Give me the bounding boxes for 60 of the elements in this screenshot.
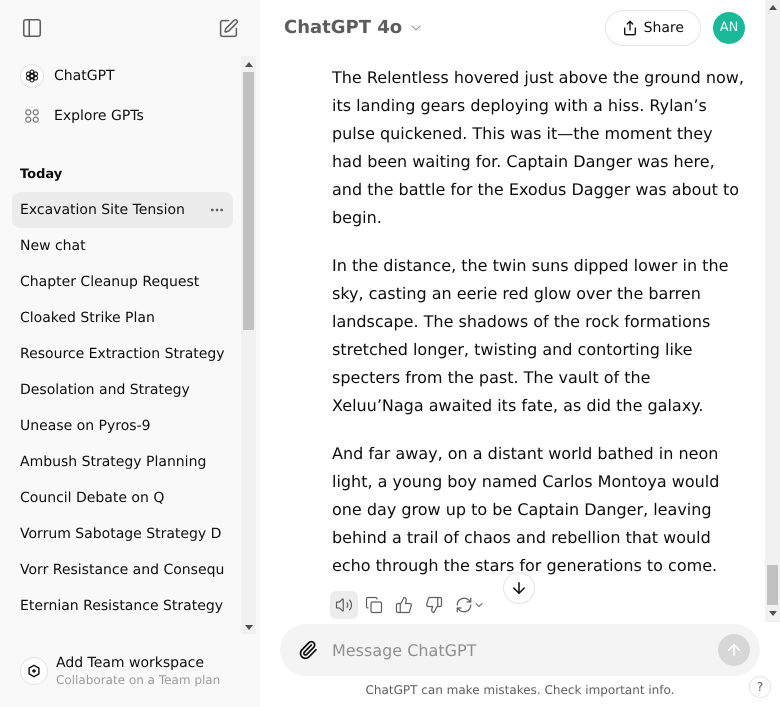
hexagon-plus-icon: [20, 656, 48, 684]
pencil-square-icon: [218, 18, 238, 38]
chat-history-item[interactable]: New chat: [12, 228, 233, 264]
thumbs-up-icon: [395, 596, 413, 614]
paperclip-icon: [298, 640, 318, 660]
section-heading: Today: [19, 166, 64, 184]
scrollbar-thumb[interactable]: [243, 72, 254, 330]
copy-icon: [365, 596, 383, 614]
chat-history-item[interactable]: Cloaked Strike Plan: [12, 300, 233, 336]
chat-title: Excavation Site Tension: [20, 201, 185, 220]
speaker-icon: [335, 596, 353, 614]
chat-title: Ambush Strategy Planning: [20, 453, 206, 472]
chat-title: Chapter Cleanup Request: [20, 273, 200, 292]
chat-history-item[interactable]: Desolation and Strategy: [12, 372, 233, 408]
scroll-up-arrow-icon[interactable]: [768, 5, 776, 10]
chat-history-item[interactable]: Resource Extraction Strategy: [12, 336, 233, 372]
chat-title: New chat: [20, 237, 86, 256]
workspace-subtitle: Collaborate on a Team plan: [56, 672, 220, 688]
chat-history-item[interactable]: Ambush Strategy Planning: [12, 444, 233, 480]
refresh-icon: [455, 596, 473, 614]
sidebar-toggle-icon: [21, 17, 43, 39]
message-paragraph: And far away, on a distant world bathed in neon light, a young boy named Carlos Montoya would one day grow up to be Captain Danger, leaving behind a trail of chaos and rebellion that would echo through the stars for generations to come.: [332, 443, 720, 577]
scroll-up-arrow-icon[interactable]: [244, 62, 252, 66]
chat-title: Eternian Resistance Strategy: [20, 597, 223, 616]
scroll-down-arrow-icon[interactable]: [244, 624, 252, 630]
chat-history-item[interactable]: Chapter Cleanup Request: [12, 264, 233, 300]
chat-title: Resource Extraction Strategy: [20, 345, 225, 364]
workspace-title: Add Team workspace: [56, 654, 205, 672]
add-workspace-item[interactable]: Add Team workspace Collaborate on a Team plan: [12, 654, 248, 688]
arrow-down-icon: [510, 579, 528, 597]
sidebar-nav-item[interactable]: ChatGPT: [12, 58, 233, 94]
message-input[interactable]: Message ChatGPT: [332, 630, 714, 670]
four-circles-icon: [25, 109, 39, 123]
share-button[interactable]: Share: [604, 10, 701, 46]
message-paragraph: The Relentless hovered just above the ground now, its landing gears deploying with a hiss. Rylan’s pulse quickened. This was it—the moment they had been waiting for. Captain Danger was here, and the battle for the Exodus Dagger was about to begin.: [332, 67, 745, 229]
disclaimer-text: ChatGPT can make mistakes. Check important info.: [366, 682, 674, 698]
message-paragraph: In the distance, the twin suns dipped lower in the sky, casting an eerie red glow over the barren landscape. The shadows of the rock formations stretched longer, twisting and contorting like specters from the past. The vault of the Xeluu’Naga awaited its fate, as did the galaxy.: [332, 255, 730, 417]
help-button[interactable]: ?: [749, 676, 771, 698]
chat-title: Council Debate on Q: [20, 489, 164, 508]
scroll-down-button[interactable]: [503, 572, 535, 604]
model-selector[interactable]: ChatGPT 4o: [284, 14, 424, 42]
chat-history-item[interactable]: Vorr Resistance and Consequ: [12, 552, 233, 588]
chat-history-item[interactable]: Unease on Pyros-9: [12, 408, 233, 444]
thumbs-down-icon: [425, 596, 443, 614]
share-icon: [622, 20, 638, 36]
chat-title: Cloaked Strike Plan: [20, 309, 155, 328]
chat-title: Unease on Pyros-9: [20, 417, 151, 436]
chat-history-item[interactable]: Council Debate on Q: [12, 480, 233, 516]
chat-history-item[interactable]: Excavation Site Tension: [12, 192, 233, 228]
sidebar-nav-item[interactable]: Explore GPTs: [12, 98, 233, 134]
message-field[interactable]: Message ChatGPT: [280, 624, 760, 676]
scroll-down-arrow-icon[interactable]: [768, 611, 776, 616]
chat-title: Vorr Resistance and Consequ: [20, 561, 224, 580]
logo-icon: [20, 64, 44, 88]
scrollbar-thumb[interactable]: [767, 565, 778, 605]
chat-title: Desolation and Strategy: [20, 381, 190, 400]
chat-history-item[interactable]: Vorrum Sabotage Strategy D: [12, 516, 233, 552]
read-aloud-button[interactable]: [330, 591, 358, 619]
chat-title: Vorrum Sabotage Strategy D: [20, 525, 222, 544]
chat-history-item[interactable]: Eternian Resistance Strategy: [12, 588, 233, 624]
